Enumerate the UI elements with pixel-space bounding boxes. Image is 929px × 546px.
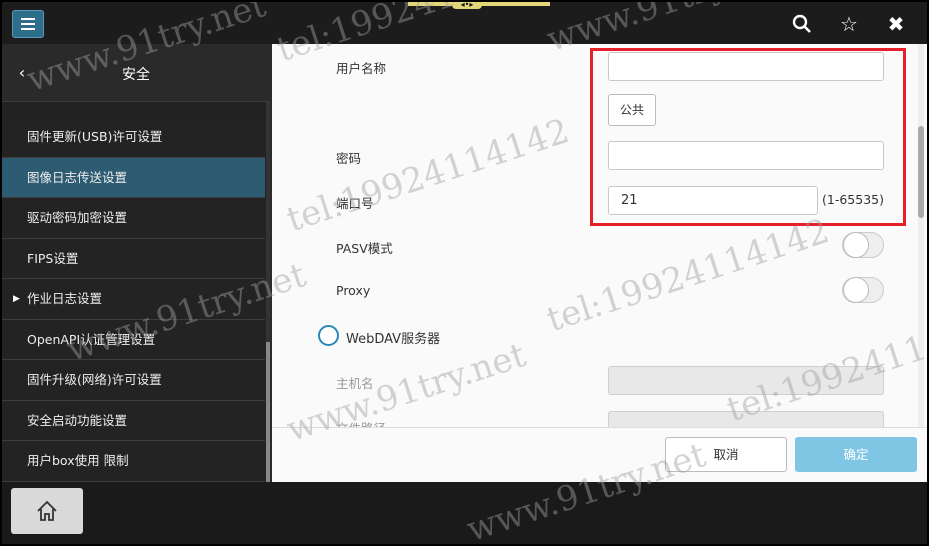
menu-icon	[21, 18, 35, 20]
sidebar-item-secure-boot[interactable]: 安全启动功能设置	[2, 400, 265, 441]
sidebar-item-fips[interactable]: FIPS设置	[2, 238, 265, 279]
proxy-toggle-knob	[843, 277, 869, 303]
port-label: 端口号	[336, 196, 374, 211]
proxy-label: Proxy	[336, 283, 371, 298]
sidebar-header: ‹ 安全	[2, 44, 270, 102]
highlight-annotation-box	[590, 48, 906, 226]
proxy-toggle[interactable]	[842, 277, 884, 303]
sidebar-list: 固件更新(USB)许可设置 图像日志传送设置 驱动密码加密设置 FIPS设置 ▶…	[2, 117, 265, 482]
form-scroll-thumb[interactable]	[918, 126, 924, 218]
sidebar-item-firmware-network[interactable]: 固件升级(网络)许可设置	[2, 360, 265, 401]
filepath-label: 文件路径	[336, 418, 386, 427]
sidebar-scroll-thumb[interactable]	[266, 342, 270, 482]
hostname-label: 主机名	[336, 376, 374, 391]
sidebar-item-user-box[interactable]: 用户box使用 限制	[2, 441, 265, 482]
expand-caret-icon: ▶	[13, 294, 20, 304]
hostname-input	[608, 366, 884, 395]
search-icon	[792, 14, 811, 33]
home-button[interactable]	[11, 488, 83, 534]
drag-handle-icon[interactable]: ◂•▸	[452, 2, 482, 9]
top-bar: ◂•▸ ☆ ✖	[2, 2, 927, 44]
webdav-radio[interactable]	[318, 325, 339, 346]
sidebar-title: 安全	[122, 67, 150, 83]
sidebar-scrollbar[interactable]	[266, 102, 270, 482]
form-scrollbar[interactable]	[918, 44, 924, 427]
sidebar-item-driver-password[interactable]: 驱动密码加密设置	[2, 198, 265, 239]
sidebar-item-job-log[interactable]: ▶ 作业日志设置	[2, 279, 265, 320]
ok-button[interactable]: 确定	[795, 437, 917, 472]
sidebar-item-image-log-transfer[interactable]: 图像日志传送设置	[2, 157, 265, 198]
password-label: 密码	[336, 151, 362, 166]
sidebar-item-firmware-usb[interactable]: 固件更新(USB)许可设置	[2, 117, 265, 158]
close-button[interactable]: ✖	[881, 10, 911, 38]
username-label: 用户名称	[336, 61, 387, 76]
pasv-toggle-knob	[843, 232, 869, 258]
settings-form: 用户名称 公共 密码 端口号 21 (1-65535) PASV模式 Proxy…	[272, 44, 927, 427]
close-icon: ✖	[887, 12, 905, 36]
sidebar: ‹ 安全 固件更新(USB)许可设置 图像日志传送设置 驱动密码加密设置 FIP…	[2, 44, 270, 482]
bottom-bar	[2, 482, 927, 544]
form-footer: 取消 确定	[272, 427, 927, 482]
cancel-button[interactable]: 取消	[665, 437, 787, 472]
home-icon	[37, 500, 57, 521]
star-icon: ☆	[840, 12, 858, 36]
device-screen: ◂•▸ ☆ ✖ ‹ 安全 固件更新(USB)许可设置 图像日志传送设置 驱动密码	[2, 2, 927, 544]
search-button[interactable]	[787, 10, 817, 38]
pasv-toggle[interactable]	[842, 232, 884, 258]
sidebar-item-openapi[interactable]: OpenAPI认证管理设置	[2, 319, 265, 360]
menu-button[interactable]	[12, 10, 44, 38]
pasv-label: PASV模式	[336, 241, 393, 256]
webdav-label: WebDAV服务器	[346, 332, 441, 347]
favorite-button[interactable]: ☆	[834, 10, 864, 38]
filepath-input	[608, 411, 884, 427]
